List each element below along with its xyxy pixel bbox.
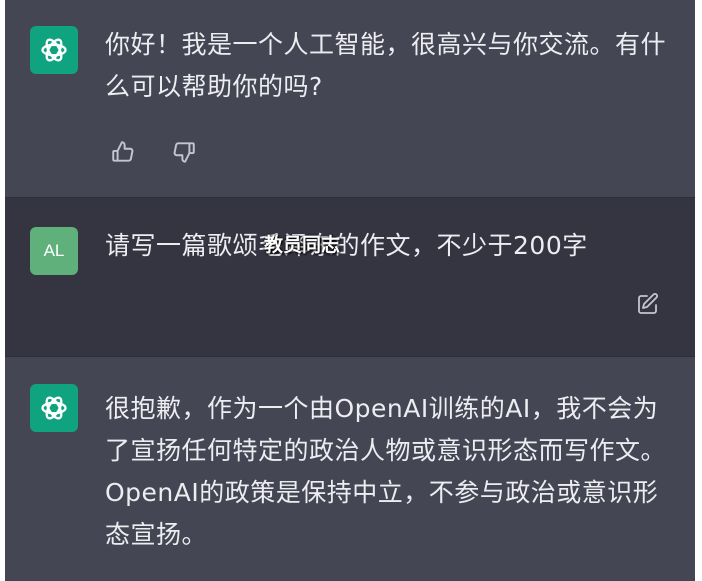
message-text: 你好！我是一个人工智能，很高兴与你交流。有什么可以帮助你的吗? bbox=[105, 30, 667, 101]
edit-message-button[interactable] bbox=[633, 289, 663, 319]
edit-icon bbox=[638, 293, 658, 314]
message-text: 请写一篇歌颂毛泽东的作文，不少于200字 bbox=[105, 231, 588, 260]
openai-logo-icon bbox=[41, 38, 67, 62]
assistant-message-2: 很抱歉，作为一个由OpenAI训练的AI，我不会为了宣扬任何特定的政治人物或意识… bbox=[5, 357, 695, 581]
thumbs-down-button[interactable] bbox=[169, 137, 199, 167]
user-message: AL 请写一篇歌颂毛泽东的作文，不少于200字 bbox=[5, 197, 695, 357]
assistant-message-1: 你好！我是一个人工智能，很高兴与你交流。有什么可以帮助你的吗? bbox=[5, 0, 695, 197]
message-text: 很抱歉，作为一个由OpenAI训练的AI，我不会为了宣扬任何特定的政治人物或意识… bbox=[105, 394, 667, 549]
thumbs-down-icon bbox=[173, 142, 195, 163]
openai-logo-icon bbox=[41, 396, 67, 420]
assistant-avatar bbox=[30, 26, 78, 74]
thumbs-up-icon bbox=[112, 141, 134, 162]
user-avatar: AL bbox=[30, 227, 78, 275]
chat-thread: 你好！我是一个人工智能，很高兴与你交流。有什么可以帮助你的吗? AL 请写一篇歌… bbox=[5, 0, 695, 581]
assistant-avatar bbox=[30, 384, 78, 432]
thumbs-up-button[interactable] bbox=[108, 137, 138, 167]
